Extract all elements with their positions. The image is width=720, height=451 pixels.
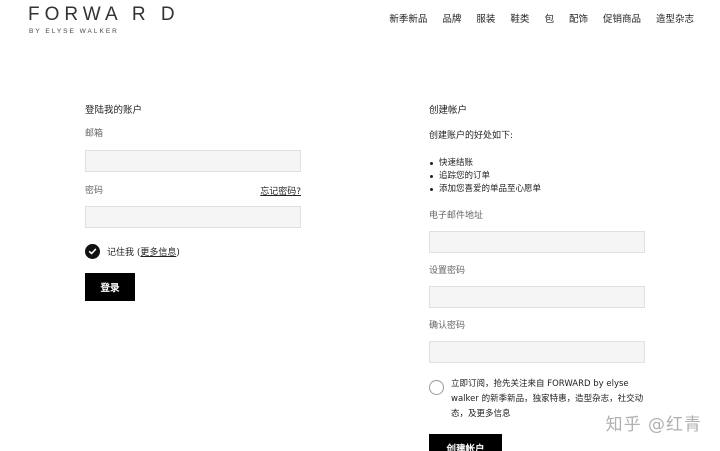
nav-item-clothing[interactable]: 服装 xyxy=(476,11,495,25)
remember-me-text: 记住我 ( xyxy=(107,248,141,258)
nav-item-new-season[interactable]: 新季新品 xyxy=(389,11,427,25)
register-email-input[interactable] xyxy=(429,231,645,253)
nav-item-accessories[interactable]: 配饰 xyxy=(569,11,588,25)
confirm-password-input[interactable] xyxy=(429,341,645,363)
benefits-list: 快速结账 追踪您的订单 添加您喜爱的单品至心愿单 xyxy=(429,157,645,196)
login-email-input[interactable] xyxy=(85,150,301,172)
login-password-label: 密码 xyxy=(85,185,104,196)
remember-me-label: 记住我 (更多信息) xyxy=(107,245,180,258)
checkmark-icon xyxy=(88,248,97,255)
brand-name: FORWA R D xyxy=(28,4,180,25)
watermark: 知乎 @红青 xyxy=(605,415,702,435)
nav-item-shoes[interactable]: 鞋类 xyxy=(510,11,529,25)
main-nav: 新季新品 品牌 服装 鞋类 包 配饰 促销商品 造型杂志 xyxy=(389,11,694,25)
brand-logo[interactable]: FORWA R D BY ELYSE WALKER xyxy=(28,3,180,35)
login-password-input[interactable] xyxy=(85,206,301,228)
brand-tagline: BY ELYSE WALKER xyxy=(29,28,119,35)
create-account-button[interactable]: 创建帐户 xyxy=(429,434,502,451)
register-title: 创建帐户 xyxy=(429,105,468,116)
site-header: FORWA R D BY ELYSE WALKER 新季新品 品牌 服装 鞋类 … xyxy=(0,0,720,50)
register-section: 创建帐户 创建账户的好处如下: 快速结账 追踪您的订单 添加您喜爱的单品至心愿单… xyxy=(429,102,645,451)
register-intro: 创建账户的好处如下: xyxy=(429,131,514,141)
register-password-input[interactable] xyxy=(429,286,645,308)
benefit-item: 快速结账 xyxy=(429,157,645,170)
login-email-label: 邮箱 xyxy=(85,129,104,139)
nav-item-bags[interactable]: 包 xyxy=(544,11,554,25)
login-section: 登陆我的账户 邮箱 密码 忘记密码? 记住我 (更多信息) 登录 xyxy=(85,102,301,301)
remember-me-row: 记住我 (更多信息) xyxy=(85,244,301,259)
register-email-label: 电子邮件地址 xyxy=(429,211,484,221)
nav-item-magazine[interactable]: 造型杂志 xyxy=(656,11,694,25)
register-password-label: 设置密码 xyxy=(429,266,466,276)
newsletter-checkbox[interactable] xyxy=(429,380,444,395)
benefit-item: 追踪您的订单 xyxy=(429,170,645,183)
confirm-password-label: 确认密码 xyxy=(429,321,466,331)
remember-me-checkbox[interactable] xyxy=(85,244,100,259)
nav-item-brands[interactable]: 品牌 xyxy=(442,11,461,25)
more-info-link[interactable]: 更多信息 xyxy=(140,248,176,258)
login-title: 登陆我的账户 xyxy=(85,105,143,116)
password-label-row: 密码 忘记密码? xyxy=(85,184,301,198)
remember-me-close: ) xyxy=(176,248,180,258)
nav-item-sale[interactable]: 促销商品 xyxy=(603,11,641,25)
login-button[interactable]: 登录 xyxy=(85,273,135,301)
forgot-password-link[interactable]: 忘记密码? xyxy=(260,184,301,197)
benefit-item: 添加您喜爱的单品至心愿单 xyxy=(429,183,645,196)
